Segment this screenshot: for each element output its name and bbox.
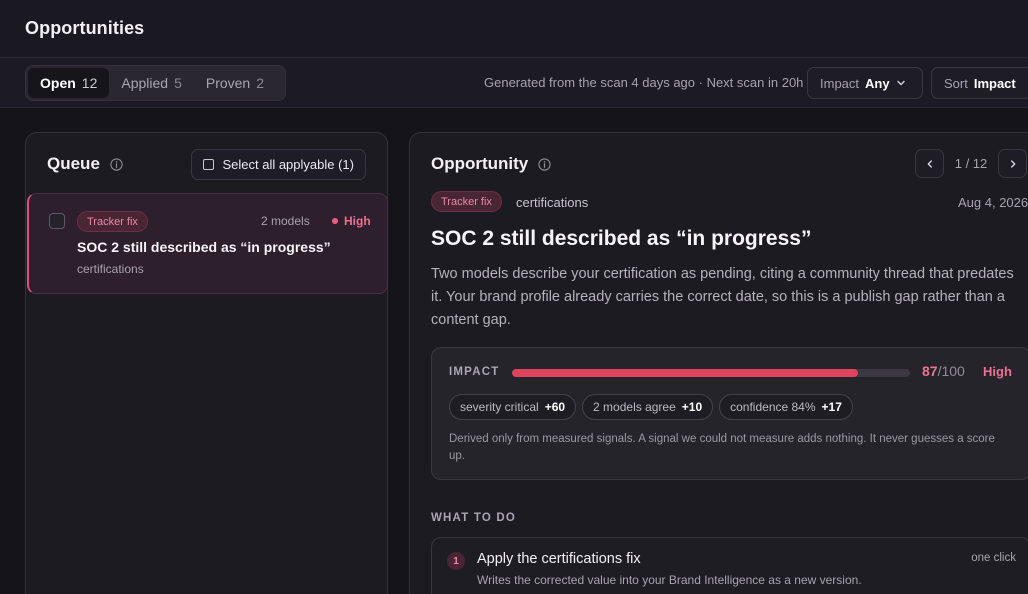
page-title: Opportunities <box>25 18 145 38</box>
impact-filter-label: Impact <box>820 75 860 91</box>
scan-info: Generated from the scan 4 days ago · Nex… <box>484 75 804 90</box>
impact-filter-dropdown[interactable]: Impact Any <box>807 67 923 99</box>
checkbox-icon <box>203 159 215 170</box>
page-header: Opportunities <box>0 0 1028 58</box>
impact-level: High <box>983 364 1012 379</box>
tab-applied[interactable]: Applied 5 <box>109 68 194 98</box>
sort-dropdown[interactable]: Sort Impact <box>931 67 1028 99</box>
tab-open[interactable]: Open 12 <box>28 68 110 98</box>
pager: 1 / 12 <box>915 149 1027 178</box>
status-tabs: Open 12 Applied 5 Proven 2 <box>25 65 286 101</box>
queue-item[interactable]: Tracker fix 2 models High SOC 2 still de… <box>27 193 388 294</box>
severity-label: High <box>344 214 371 228</box>
signal-chip-delta: +17 <box>821 400 842 414</box>
tab-proven-label: Proven <box>205 75 251 91</box>
opportunity-panel: Opportunity 1 / 12 Tracker fix certifica… <box>409 132 1028 594</box>
what-to-do-label: WHAT TO DO <box>431 512 517 524</box>
step-number: 1 <box>447 552 465 570</box>
signal-chip-label: severity critical <box>460 400 539 414</box>
impact-bar-fill <box>512 369 859 377</box>
impact-score-value: 87 <box>922 363 938 379</box>
model-count: 2 models <box>261 214 310 228</box>
opportunity-category: certifications <box>516 195 589 210</box>
impact-note: Derived only from measured signals. A si… <box>449 433 995 462</box>
prev-button[interactable] <box>915 149 944 178</box>
signal-chip-label: 2 models agree <box>593 400 676 414</box>
opportunity-date: Aug 4, 2026 <box>958 195 1028 210</box>
tab-applied-label: Applied <box>121 75 169 91</box>
tab-applied-count: 5 <box>174 75 182 91</box>
toolbar: Open 12 Applied 5 Proven 2 Generated fro… <box>0 58 1028 108</box>
impact-signals: severity critical +60 2 models agree +10… <box>449 394 853 420</box>
queue-panel: Queue Select all applyable (1) Tracker f… <box>25 132 388 594</box>
chevron-left-icon <box>927 159 932 168</box>
severity-dot-icon <box>332 218 338 224</box>
signal-chip-delta: +10 <box>681 400 703 414</box>
impact-label: IMPACT <box>449 366 500 378</box>
signal-chip-label: confidence 84% <box>730 400 816 414</box>
queue-item-category: certifications <box>77 262 144 276</box>
signal-chip: severity critical +60 <box>449 394 577 420</box>
queue-header: Queue <box>47 154 123 174</box>
impact-filter-value: Any <box>865 75 890 91</box>
tab-open-label: Open <box>40 75 76 91</box>
queue-item-title: SOC 2 still described as “in progress” <box>77 239 331 255</box>
severity-badge: High <box>332 214 371 228</box>
info-icon[interactable] <box>110 157 123 171</box>
opportunity-header: Opportunity <box>431 154 551 174</box>
tab-proven-count: 2 <box>256 75 265 91</box>
sort-value: Impact <box>973 75 1016 91</box>
chevron-right-icon <box>1010 159 1015 168</box>
impact-bar <box>512 369 910 377</box>
chevron-down-icon <box>896 78 906 88</box>
opportunity-title: SOC 2 still described as “in progress” <box>431 227 812 250</box>
step-description: Writes the corrected value into your Bra… <box>477 573 862 587</box>
impact-card: IMPACT 87/100 High severity critical +60… <box>431 347 1028 480</box>
signal-chip: 2 models agree +10 <box>582 394 714 420</box>
step-title: Apply the certifications fix <box>477 551 641 567</box>
pager-count: 1 / 12 <box>954 156 988 171</box>
select-all-button[interactable]: Select all applyable (1) <box>191 149 366 180</box>
opportunity-description: Two models describe your certification a… <box>431 266 1014 328</box>
sort-label: Sort <box>944 75 968 91</box>
signal-chip-delta: +60 <box>544 400 566 414</box>
step-card[interactable]: 1 Apply the certifications fix Writes th… <box>431 537 1028 594</box>
impact-score: 87/100 <box>922 363 965 379</box>
select-all-label: Select all applyable (1) <box>222 157 354 172</box>
tab-proven[interactable]: Proven 2 <box>194 68 276 98</box>
step-tag: one click <box>971 552 1016 564</box>
type-badge: Tracker fix <box>77 211 148 232</box>
next-button[interactable] <box>998 149 1027 178</box>
signal-chip: confidence 84% +17 <box>719 394 853 420</box>
queue-title: Queue <box>47 154 100 173</box>
impact-score-max: /100 <box>937 363 965 379</box>
opportunity-title-label: Opportunity <box>431 154 529 173</box>
info-icon[interactable] <box>538 157 551 171</box>
tab-open-count: 12 <box>81 75 98 91</box>
queue-item-checkbox[interactable] <box>49 213 65 229</box>
type-badge: Tracker fix <box>431 191 502 212</box>
